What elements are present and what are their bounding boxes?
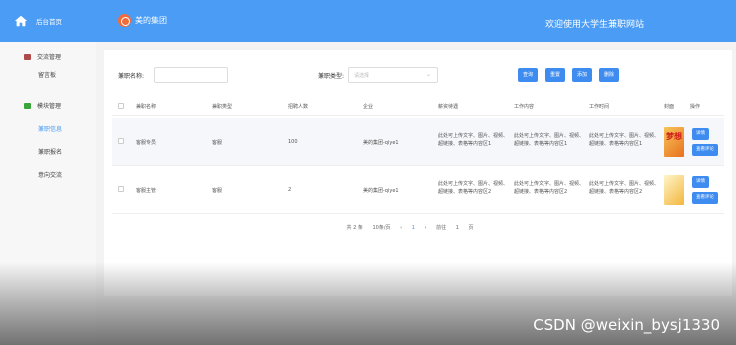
cell-type: 客服 [212,188,223,194]
col-header: 工作时间 [589,104,610,110]
col-header: 操作 [690,104,701,110]
row-checkbox[interactable] [118,186,124,192]
content-card: 兼职名称: 兼职类型: 请选择 ⌄ 查询 重置 添加 删除 兼职名称 兼职类型 … [104,50,732,296]
name-filter-label: 兼职名称: [118,73,145,80]
col-header: 工作内容 [514,104,535,110]
cell-salary: 此处可上传文字、图片、视频、超链接、表格等内容区2 [438,181,509,195]
cell-time: 此处可上传文字、图片、视频、超链接、表格等内容区2 [589,181,660,195]
col-header: 企业 [363,104,374,110]
sidebar-home-label: 后台首页 [36,18,62,26]
delete-button[interactable]: 删除 [599,68,620,82]
prev-page-button[interactable]: ‹ [400,225,402,231]
page-size-select[interactable]: 10条/页 [372,225,390,231]
reset-button[interactable]: 重置 [545,68,566,82]
chat-icon [24,53,31,60]
col-header: 兼职类型 [212,104,233,110]
name-filter-input[interactable] [154,67,228,83]
current-page[interactable]: 1 [412,225,415,231]
menu-group-modules[interactable]: 模块管理 [0,79,96,110]
search-bar: 兼职名称: 兼职类型: 请选择 ⌄ 查询 重置 添加 删除 [112,65,724,85]
brand: 美的集团 [118,14,167,27]
sidebar-home[interactable]: 后台首页 [0,0,96,42]
detail-button[interactable]: 详情 [692,176,709,188]
welcome-title: 欢迎使用大学生兼职网站 [544,20,644,30]
cell-content: 此处可上传文字、图片、视频、超链接、表格等内容区1 [514,133,585,147]
table-header: 兼职名称 兼职类型 招聘人数 企业 薪资待遇 工作内容 工作时间 封面 操作 [112,96,724,116]
view-comments-button[interactable]: 查看评论 [692,192,718,204]
menu-group-communication[interactable]: 交流管理 [0,42,96,61]
detail-button[interactable]: 详情 [692,128,709,140]
select-all-checkbox[interactable] [118,103,124,109]
cell-name: 客服主管 [136,188,157,194]
sidebar-item-job-info[interactable]: 兼职信息 [0,110,96,133]
cell-company: 美的集团-qiye1 [363,140,399,146]
brand-logo-icon [118,14,131,27]
cell-content: 此处可上传文字、图片、视频、超链接、表格等内容区2 [514,181,585,195]
cell-type: 客服 [212,140,223,146]
col-header: 封面 [664,104,675,110]
search-button[interactable]: 查询 [518,68,539,82]
goto-page-input[interactable]: 1 [456,225,459,231]
row-checkbox[interactable] [118,138,124,144]
menu-group-label: 交流管理 [37,54,62,61]
top-header: 美的集团 欢迎使用大学生兼职网站 [96,0,736,42]
module-icon [24,102,31,109]
cover-image: 梦想 [664,127,684,157]
sidebar-item-intent-chat[interactable]: 意向交流 [0,156,96,179]
view-comments-button[interactable]: 查看评论 [692,144,718,156]
col-header: 薪资待遇 [438,104,459,110]
pagination: 共 2 条 10条/页 ‹ 1 › 前往 1 页 [104,224,716,231]
add-button[interactable]: 添加 [572,68,593,82]
table-row[interactable]: 客服专员 客服 100 美的集团-qiye1 此处可上传文字、图片、视频、超链接… [112,118,724,166]
cell-company: 美的集团-qiye1 [363,188,399,194]
goto-label: 前往 [436,225,447,231]
chevron-down-icon: ⌄ [425,71,431,78]
type-filter-label: 兼职类型: [318,73,345,80]
menu-group-label: 模块管理 [37,103,62,110]
type-filter-select[interactable]: 请选择 ⌄ [348,67,438,83]
cell-name: 客服专员 [136,140,157,146]
cell-count: 2 [288,187,292,193]
cell-time: 此处可上传文字、图片、视频、超链接、表格等内容区1 [589,133,660,147]
page-unit: 页 [468,225,474,231]
next-page-button[interactable]: › [425,225,427,231]
col-header: 招聘人数 [288,104,309,110]
sidebar-item-message-board[interactable]: 留言板 [0,61,96,79]
col-header: 兼职名称 [136,104,157,110]
cover-text: 梦想 [666,132,682,141]
cell-count: 100 [288,139,298,145]
home-icon [14,15,28,27]
data-table: 兼职名称 兼职类型 招聘人数 企业 薪资待遇 工作内容 工作时间 封面 操作 客… [112,96,724,214]
sidebar-item-job-signup[interactable]: 兼职报名 [0,133,96,156]
brand-name: 美的集团 [135,16,167,25]
pagination-total: 共 2 条 [346,225,363,231]
cell-salary: 此处可上传文字、图片、视频、超链接、表格等内容区1 [438,133,509,147]
cover-image [664,175,684,205]
table-row[interactable]: 客服主管 客服 2 美的集团-qiye1 此处可上传文字、图片、视频、超链接、表… [112,166,724,214]
watermark: CSDN @weixin_bysj1330 [533,316,720,334]
type-filter-placeholder: 请选择 [354,73,370,79]
